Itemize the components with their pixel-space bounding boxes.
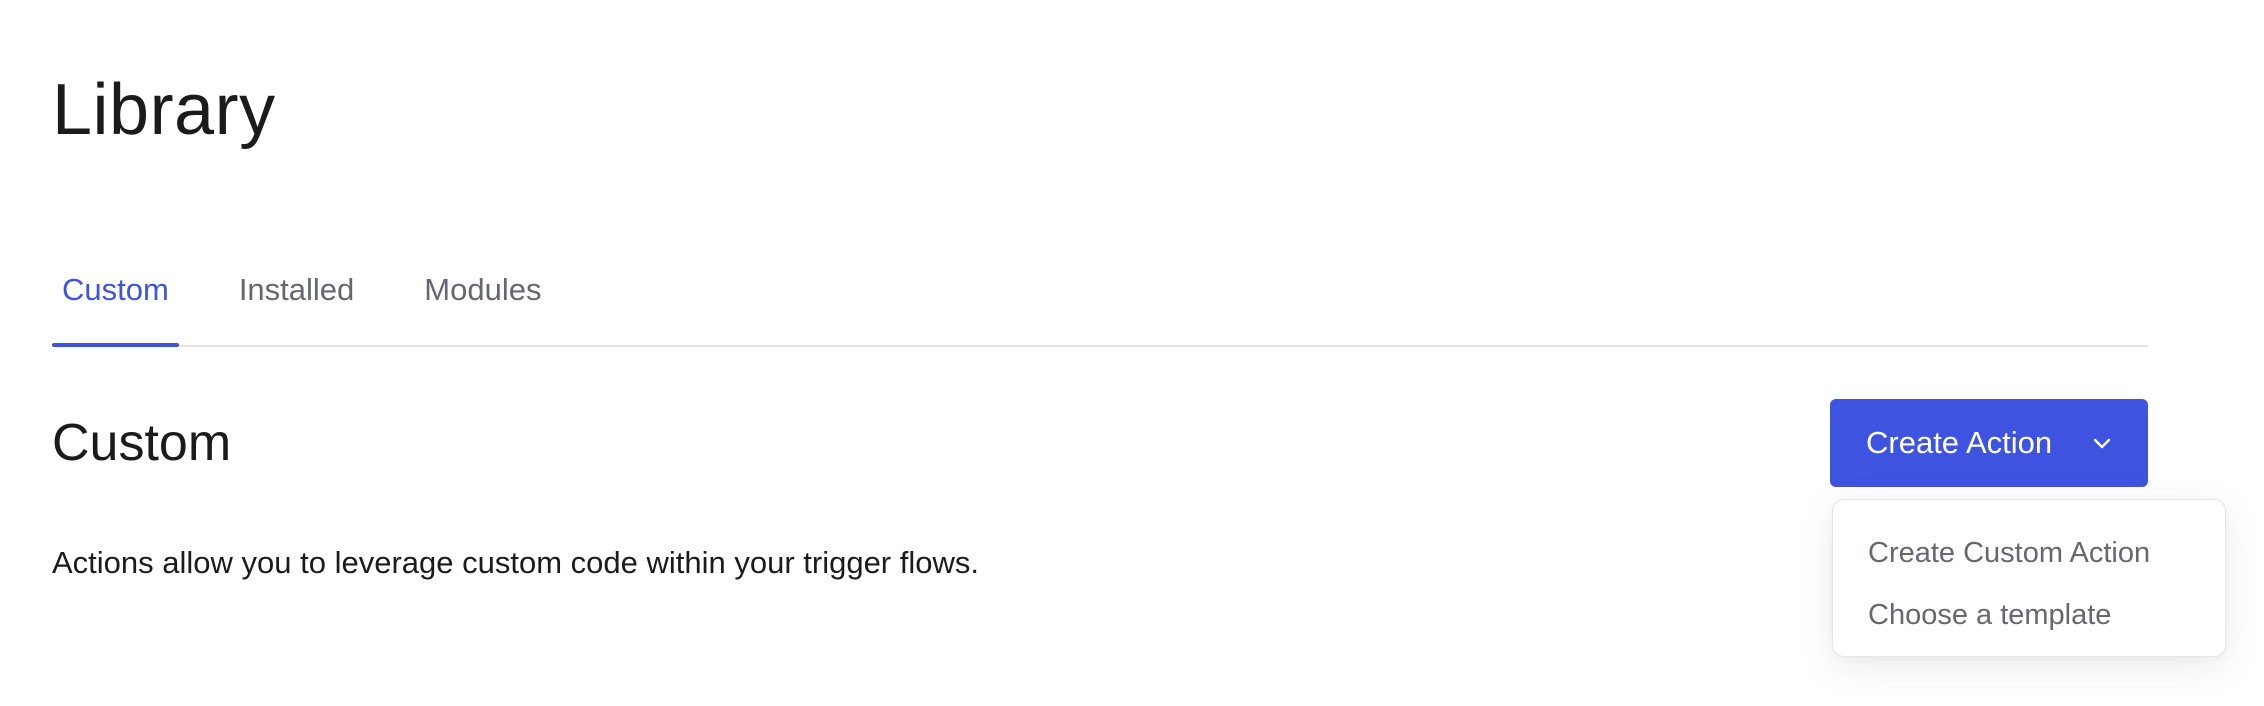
menu-item-create-custom-action[interactable]: Create Custom Action xyxy=(1833,522,2225,584)
section-description: Actions allow you to leverage custom cod… xyxy=(52,545,979,580)
create-action-button[interactable]: Create Action xyxy=(1830,399,2148,487)
create-action-label: Create Action xyxy=(1866,425,2053,460)
section-title: Custom xyxy=(52,414,232,472)
tab-label: Installed xyxy=(238,272,355,307)
tab-label: Custom xyxy=(62,272,169,307)
tab-installed[interactable]: Installed xyxy=(229,250,364,345)
page-title: Library xyxy=(52,70,276,150)
create-action-menu: Create Custom Action Choose a template xyxy=(1832,499,2226,657)
library-page: Library Custom Installed Modules Custom … xyxy=(0,0,2264,706)
chevron-down-icon xyxy=(2090,431,2114,455)
tab-custom[interactable]: Custom xyxy=(52,250,179,347)
tab-bar: Custom Installed Modules xyxy=(52,250,2148,347)
tab-label: Modules xyxy=(424,272,542,307)
tab-modules[interactable]: Modules xyxy=(414,250,551,345)
menu-item-choose-template[interactable]: Choose a template xyxy=(1833,584,2225,646)
